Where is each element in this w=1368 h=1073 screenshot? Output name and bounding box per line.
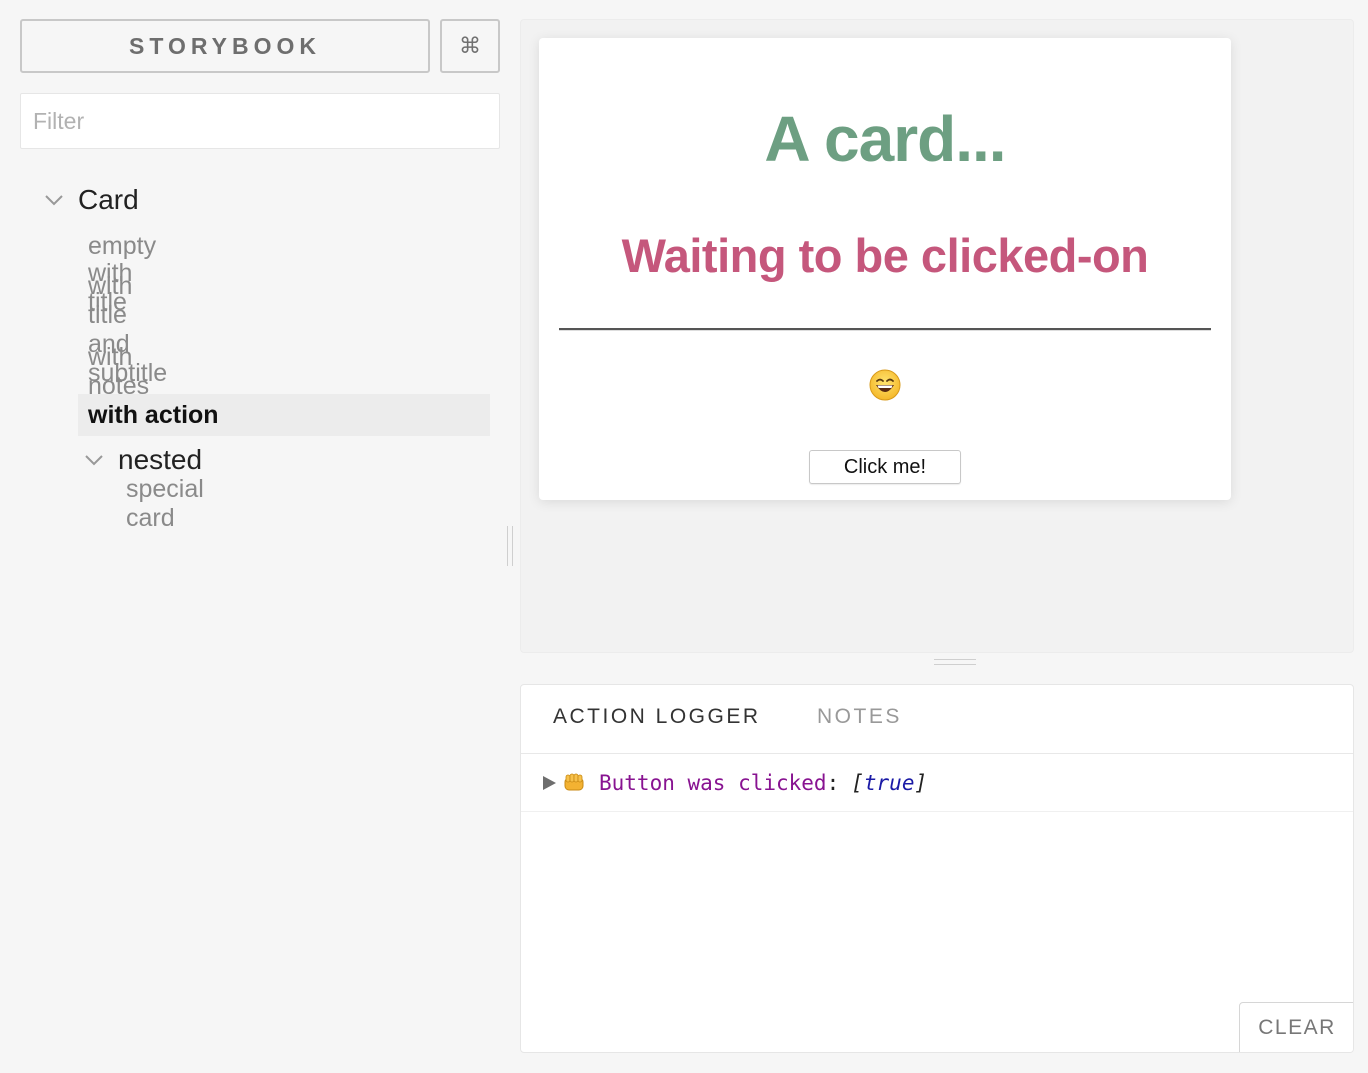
storybook-brand-button[interactable]: STORYBOOK — [20, 19, 430, 73]
log-boolean: true — [863, 771, 915, 795]
clear-button[interactable]: CLEAR — [1239, 1002, 1353, 1052]
card: A card... Waiting to be clicked-on Click… — [539, 38, 1231, 500]
tree-kind-card[interactable]: Card — [40, 178, 139, 222]
tree-kind-label: nested — [118, 444, 203, 475]
story-item-special-card[interactable]: special card — [116, 475, 204, 532]
story-item-with-notes[interactable]: with notes — [78, 343, 149, 400]
storybook-app: STORYBOOK ⌘ Card empty with title with t… — [0, 0, 1368, 1073]
card-subtitle: Waiting to be clicked-on — [621, 229, 1149, 282]
addon-panel: ACTION LOGGER NOTES Button was clicked :… — [520, 684, 1354, 1053]
card-divider — [559, 328, 1211, 331]
click-me-button[interactable]: Click me! — [809, 450, 961, 484]
log-entry: Button was clicked : [true] — [521, 755, 1353, 812]
expand-triangle-icon[interactable] — [541, 775, 557, 791]
tab-action-logger[interactable]: ACTION LOGGER — [553, 705, 761, 729]
chevron-down-icon — [80, 446, 108, 474]
preview-frame: A card... Waiting to be clicked-on Click… — [520, 19, 1354, 653]
grinning-face-icon — [869, 369, 901, 401]
log-bracket-close: ] — [914, 771, 928, 795]
story-item-with-action[interactable]: with action — [78, 394, 490, 436]
fist-icon — [563, 773, 585, 793]
tab-notes[interactable]: NOTES — [817, 705, 902, 729]
tree-kind-label: Card — [78, 184, 139, 215]
panel-resize-handle[interactable] — [934, 659, 976, 665]
shortcuts-button[interactable]: ⌘ — [440, 19, 500, 73]
card-title: A card... — [764, 103, 1006, 175]
addon-tabbar: ACTION LOGGER NOTES — [521, 685, 1353, 754]
filter-input[interactable] — [20, 93, 500, 149]
sidebar-resize-handle[interactable] — [507, 526, 513, 566]
log-action-name: Button was clicked — [599, 771, 827, 795]
log-action-value: [true] — [851, 771, 927, 795]
log-colon: : — [826, 771, 840, 795]
log-bracket-open: [ — [851, 771, 864, 795]
chevron-down-icon — [40, 186, 68, 214]
